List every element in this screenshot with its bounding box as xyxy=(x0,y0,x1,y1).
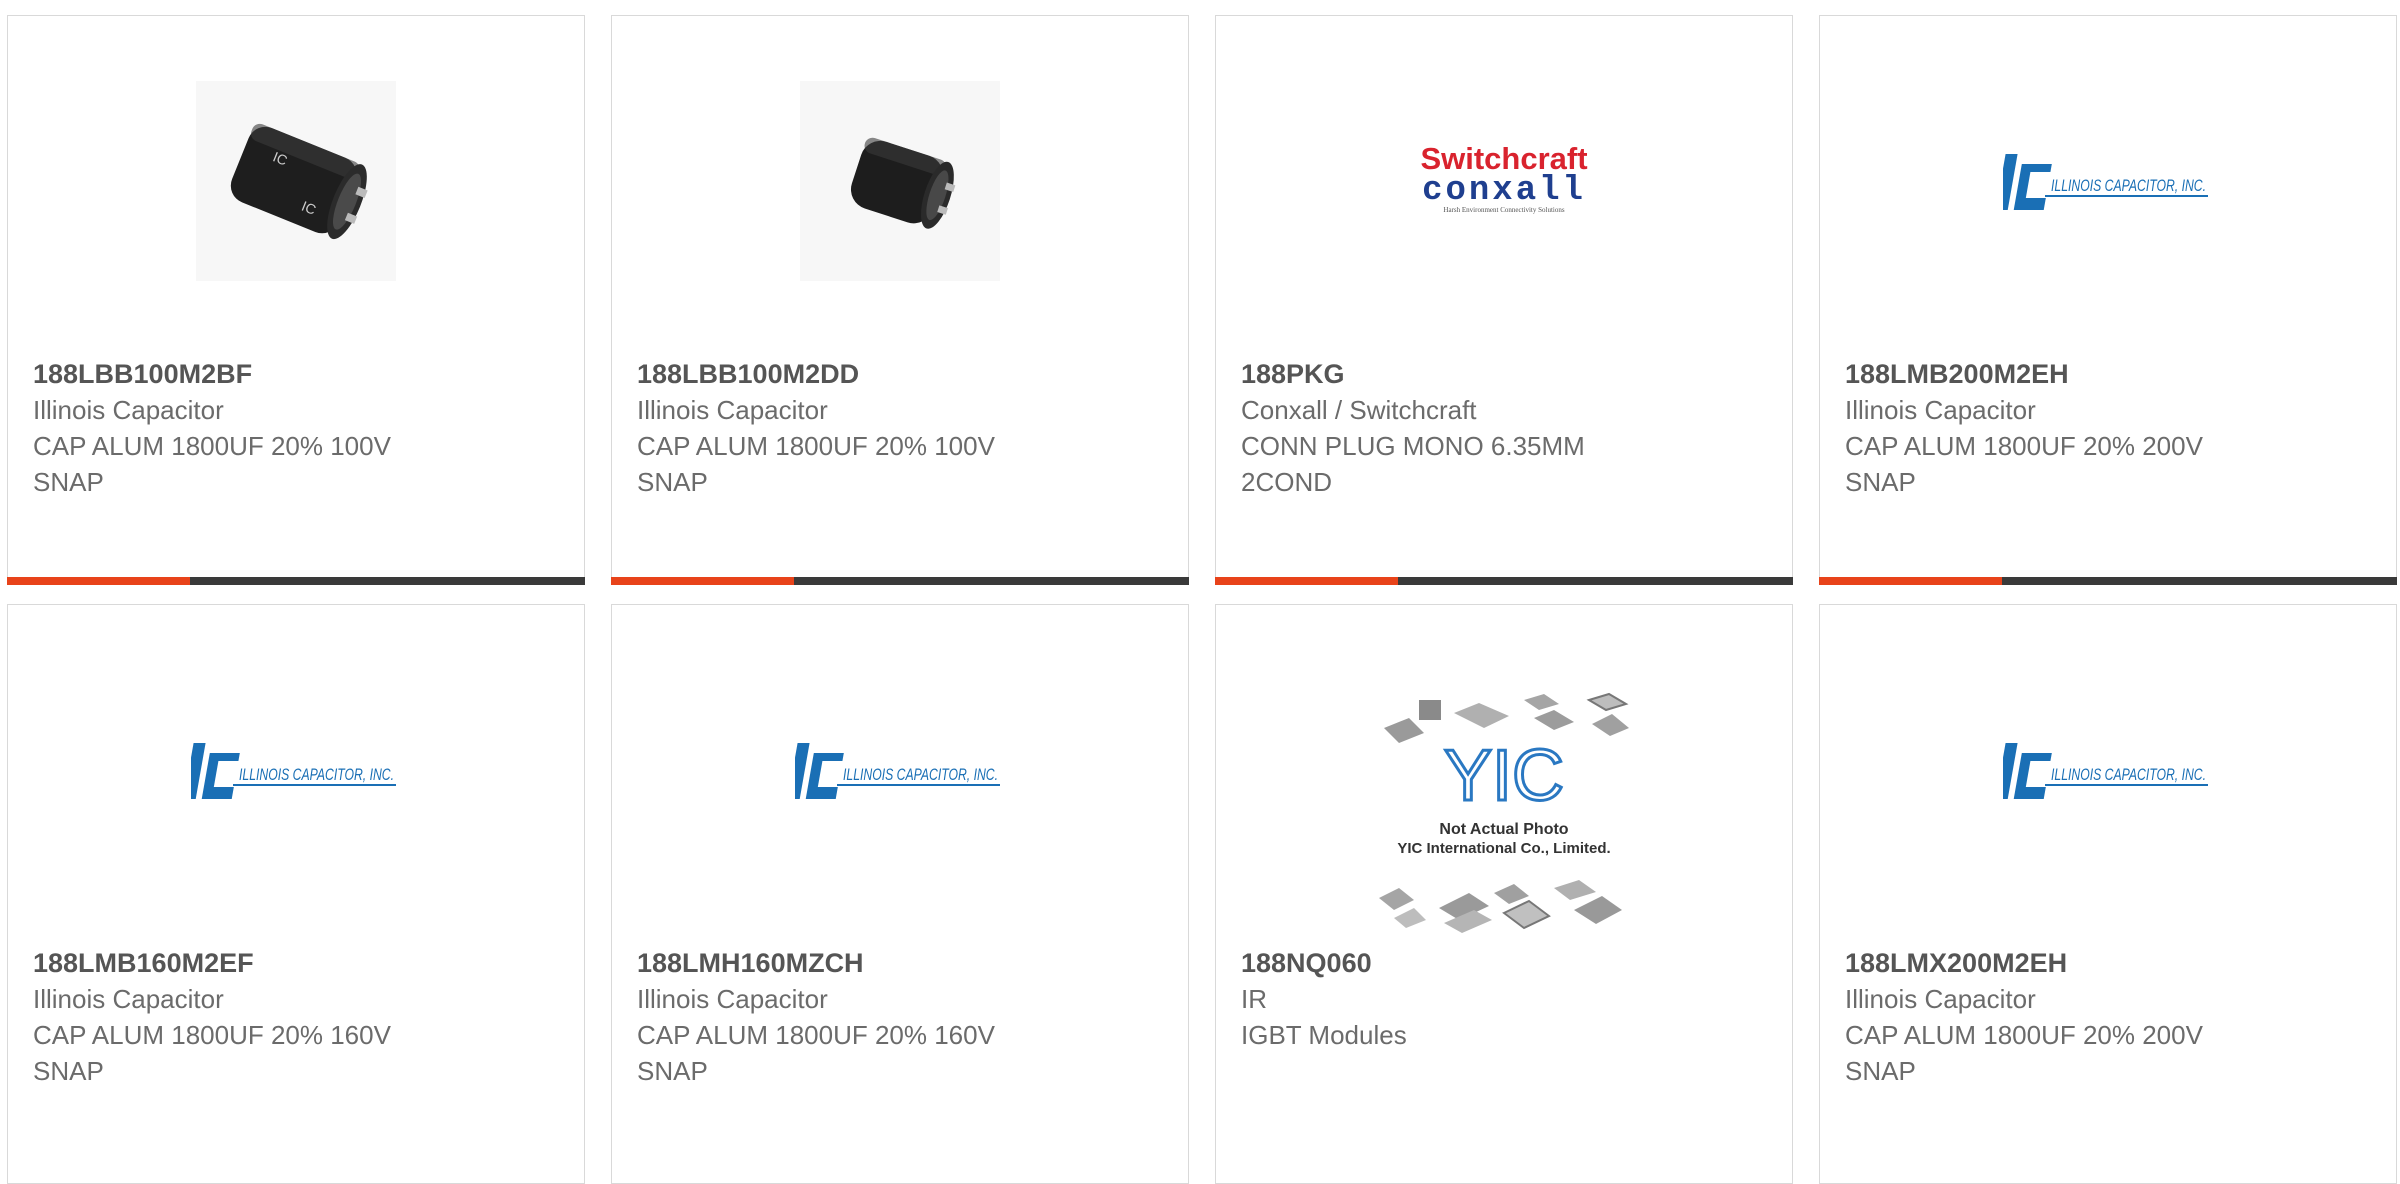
manufacturer-name: Illinois Capacitor xyxy=(33,395,224,425)
product-card[interactable]: ILLINOIS CAPACITOR, INC. 188LMX200M2EH I… xyxy=(1819,604,2397,1184)
product-description: CONN PLUG MONO 6.35MM 2COND xyxy=(1241,431,1585,497)
manufacturer-name: Illinois Capacitor xyxy=(637,984,828,1014)
manufacturer-name: IR xyxy=(1241,984,1267,1014)
illinois-capacitor-logo: ILLINOIS CAPACITOR, INC. xyxy=(2003,735,2213,805)
part-number-link[interactable]: 188LBB100M2BF xyxy=(33,356,559,392)
product-card[interactable]: 188LBB100M2DD Illinois Capacitor CAP ALU… xyxy=(611,15,1189,585)
part-number-link[interactable]: 188NQ060 xyxy=(1241,945,1767,981)
product-grid: IC IC 188LBB100M2BF Illinois Capacitor C… xyxy=(0,0,2400,1184)
accent-bar xyxy=(611,577,794,585)
product-card[interactable]: ILLINOIS CAPACITOR, INC. 188LMH160MZCH I… xyxy=(611,604,1189,1184)
product-image[interactable]: YIC Not Actual Photo YIC International C… xyxy=(1216,685,1792,945)
product-image[interactable]: IC IC xyxy=(8,71,584,291)
product-description: IGBT Modules xyxy=(1241,1020,1407,1050)
product-description: CAP ALUM 1800UF 20% 200V SNAP xyxy=(1845,1020,2203,1086)
capacitor-photo xyxy=(800,81,1000,281)
product-image[interactable]: ILLINOIS CAPACITOR, INC. xyxy=(1820,660,2396,880)
product-card[interactable]: IC IC 188LBB100M2BF Illinois Capacitor C… xyxy=(7,15,585,585)
yic-placeholder-image: YIC Not Actual Photo YIC International C… xyxy=(1364,688,1644,943)
product-card[interactable]: ILLINOIS CAPACITOR, INC. 188LMB160M2EF I… xyxy=(7,604,585,1184)
part-number-link[interactable]: 188LMB160M2EF xyxy=(33,945,559,981)
yic-caption-2: YIC International Co., Limited. xyxy=(1397,840,1610,857)
product-description: CAP ALUM 1800UF 20% 100V SNAP xyxy=(33,431,391,497)
manufacturer-name: Illinois Capacitor xyxy=(637,395,828,425)
product-card[interactable]: YIC Not Actual Photo YIC International C… xyxy=(1215,604,1793,1184)
product-info: 188PKG Conxall / Switchcraft CONN PLUG M… xyxy=(1241,356,1767,500)
manufacturer-name: Conxall / Switchcraft xyxy=(1241,395,1477,425)
manufacturer-name: Illinois Capacitor xyxy=(1845,984,2036,1014)
logo-text: ILLINOIS CAPACITOR, INC. xyxy=(2051,176,2206,195)
product-info: 188LBB100M2BF Illinois Capacitor CAP ALU… xyxy=(33,356,559,500)
card-bottom-bar xyxy=(7,577,585,585)
manufacturer-name: Illinois Capacitor xyxy=(1845,395,2036,425)
card-bottom-bar xyxy=(1819,577,2397,585)
product-card[interactable]: Switchcraft conxall Harsh Environment Co… xyxy=(1215,15,1793,585)
capacitor-photo: IC IC xyxy=(196,81,396,281)
product-info: 188LMH160MZCH Illinois Capacitor CAP ALU… xyxy=(637,945,1163,1089)
product-info: 188NQ060 IR IGBT Modules xyxy=(1241,945,1767,1053)
illinois-capacitor-logo: ILLINOIS CAPACITOR, INC. xyxy=(2003,146,2213,216)
yic-caption-1: Not Actual Photo xyxy=(1439,821,1568,838)
product-description: CAP ALUM 1800UF 20% 160V SNAP xyxy=(33,1020,391,1086)
card-bottom-bar xyxy=(611,577,1189,585)
logo-text: ILLINOIS CAPACITOR, INC. xyxy=(2051,765,2206,784)
part-number-link[interactable]: 188LMH160MZCH xyxy=(637,945,1163,981)
manufacturer-name: Illinois Capacitor xyxy=(33,984,224,1014)
product-image[interactable]: ILLINOIS CAPACITOR, INC. xyxy=(1820,71,2396,291)
product-info: 188LBB100M2DD Illinois Capacitor CAP ALU… xyxy=(637,356,1163,500)
logo-line-1: Switchcraft xyxy=(1420,141,1587,176)
switchcraft-conxall-logo: Switchcraft conxall Harsh Environment Co… xyxy=(1399,139,1609,224)
yic-logo-text: YIC xyxy=(1444,736,1564,816)
part-number-link[interactable]: 188LBB100M2DD xyxy=(637,356,1163,392)
logo-text: ILLINOIS CAPACITOR, INC. xyxy=(239,765,394,784)
product-info: 188LMB160M2EF Illinois Capacitor CAP ALU… xyxy=(33,945,559,1089)
product-card[interactable]: ILLINOIS CAPACITOR, INC. 188LMB200M2EH I… xyxy=(1819,15,2397,585)
product-description: CAP ALUM 1800UF 20% 200V SNAP xyxy=(1845,431,2203,497)
product-info: 188LMB200M2EH Illinois Capacitor CAP ALU… xyxy=(1845,356,2371,500)
illinois-capacitor-logo: ILLINOIS CAPACITOR, INC. xyxy=(191,735,401,805)
card-bottom-bar xyxy=(1215,577,1793,585)
product-image[interactable]: Switchcraft conxall Harsh Environment Co… xyxy=(1216,71,1792,291)
logo-line-2: conxall xyxy=(1422,172,1586,210)
part-number-link[interactable]: 188PKG xyxy=(1241,356,1767,392)
logo-text: ILLINOIS CAPACITOR, INC. xyxy=(843,765,998,784)
accent-bar xyxy=(1819,577,2002,585)
product-info: 188LMX200M2EH Illinois Capacitor CAP ALU… xyxy=(1845,945,2371,1089)
illinois-capacitor-logo: ILLINOIS CAPACITOR, INC. xyxy=(795,735,1005,805)
product-description: CAP ALUM 1800UF 20% 160V SNAP xyxy=(637,1020,995,1086)
product-image[interactable]: ILLINOIS CAPACITOR, INC. xyxy=(8,660,584,880)
logo-tagline: Harsh Environment Connectivity Solutions xyxy=(1443,206,1564,214)
part-number-link[interactable]: 188LMB200M2EH xyxy=(1845,356,2371,392)
product-image[interactable]: ILLINOIS CAPACITOR, INC. xyxy=(612,660,1188,880)
product-image[interactable] xyxy=(612,71,1188,291)
part-number-link[interactable]: 188LMX200M2EH xyxy=(1845,945,2371,981)
accent-bar xyxy=(7,577,190,585)
product-description: CAP ALUM 1800UF 20% 100V SNAP xyxy=(637,431,995,497)
accent-bar xyxy=(1215,577,1398,585)
